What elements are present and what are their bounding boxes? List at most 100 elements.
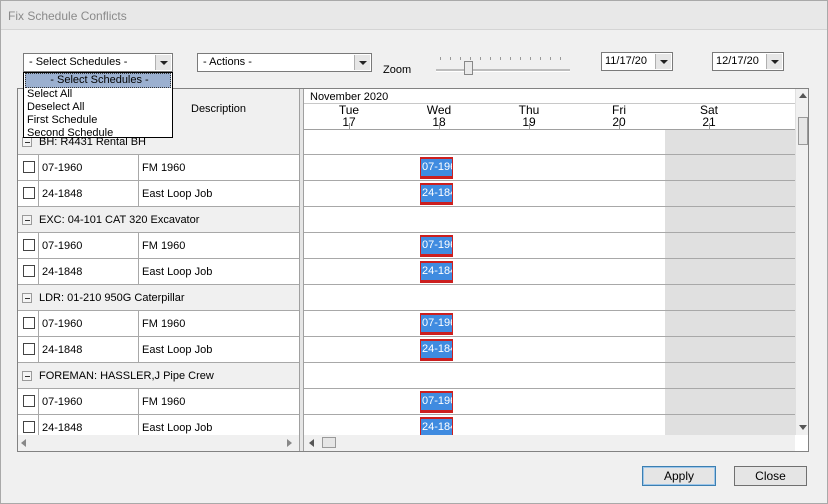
dropdown-option-first-schedule[interactable]: First Schedule bbox=[24, 114, 172, 127]
resource-list-pane: Description BH: R4431 Rental BH 07-1960 FM… bbox=[18, 89, 299, 451]
table-row[interactable]: 07-1960 FM 1960 bbox=[18, 155, 299, 181]
schedule-bar-label: 24-1848 bbox=[421, 263, 452, 280]
timeline-group-row bbox=[304, 363, 795, 389]
row-checkbox[interactable] bbox=[23, 317, 35, 329]
schedule-bar-label: 07-1960 bbox=[421, 159, 452, 176]
close-button[interactable]: Close bbox=[734, 466, 807, 486]
dropdown-option-second-schedule[interactable]: Second Schedule bbox=[24, 127, 172, 140]
select-schedules-combo[interactable]: - Select Schedules - bbox=[23, 53, 173, 72]
row-checkbox[interactable] bbox=[23, 395, 35, 407]
scroll-right-icon[interactable] bbox=[287, 439, 293, 447]
actions-combo[interactable]: - Actions - bbox=[197, 53, 372, 72]
select-schedules-dropdown-button[interactable] bbox=[155, 55, 171, 70]
schedule-bar[interactable]: 07-1960 bbox=[420, 391, 453, 413]
title-bar: Fix Schedule Conflicts bbox=[1, 1, 827, 30]
schedule-bar[interactable]: 24-1848 bbox=[420, 183, 453, 205]
table-row[interactable]: 24-1848 East Loop Job bbox=[18, 337, 299, 363]
zoom-slider-thumb[interactable] bbox=[464, 61, 473, 75]
resource-group-name: LDR: 01-210 950G Caterpillar bbox=[39, 292, 185, 304]
zoom-slider[interactable] bbox=[436, 53, 570, 77]
timeline-horizontal-scroll-thumb[interactable] bbox=[322, 437, 336, 448]
schedule-bar[interactable]: 07-1960 bbox=[420, 235, 453, 257]
day-header: S bbox=[754, 104, 796, 129]
schedule-bar[interactable]: 24-1848 bbox=[420, 261, 453, 283]
job-code: 24-1848 bbox=[42, 188, 83, 200]
select-schedules-value: - Select Schedules - bbox=[29, 56, 128, 68]
job-code: 07-1960 bbox=[42, 396, 83, 408]
timeline-group-row bbox=[304, 285, 795, 311]
job-code: 24-1848 bbox=[42, 344, 83, 356]
dropdown-option-deselect-all[interactable]: Deselect All bbox=[24, 101, 172, 114]
schedule-bar-label: 07-1960 bbox=[421, 315, 452, 332]
scroll-left-icon[interactable] bbox=[21, 439, 27, 447]
fix-schedule-conflicts-window: Fix Schedule Conflicts - Select Schedule… bbox=[0, 0, 828, 504]
timeline-group-row bbox=[304, 129, 795, 155]
job-description: East Loop Job bbox=[142, 266, 213, 278]
schedule-bar[interactable]: 07-1960 bbox=[420, 157, 453, 179]
end-date-picker[interactable]: 12/17/20 bbox=[712, 52, 784, 71]
table-row[interactable]: 07-1960 FM 1960 bbox=[18, 389, 299, 415]
job-description: FM 1960 bbox=[142, 318, 186, 330]
row-checkbox[interactable] bbox=[23, 265, 35, 277]
timeline-month: November 2020 bbox=[310, 91, 389, 103]
job-code: 07-1960 bbox=[42, 240, 83, 252]
schedule-grid: Description BH: R4431 Rental BH 07-1960 FM… bbox=[17, 88, 809, 452]
row-checkbox[interactable] bbox=[23, 161, 35, 173]
timeline-header: November 2020 Tue17Wed18Thu19Fri20Sat21S bbox=[304, 89, 795, 130]
resource-group-row[interactable]: LDR: 01-210 950G Caterpillar bbox=[18, 285, 299, 311]
actions-dropdown-button[interactable] bbox=[354, 55, 370, 70]
schedule-bar-label: 24-1848 bbox=[421, 341, 452, 358]
chevron-down-icon bbox=[160, 61, 168, 65]
end-date-dropdown-button[interactable] bbox=[766, 54, 782, 69]
resource-group-name: FOREMAN: HASSLER,J Pipe Crew bbox=[39, 370, 214, 382]
collapse-icon[interactable] bbox=[22, 215, 32, 225]
schedule-bar[interactable]: 24-1848 bbox=[420, 417, 453, 435]
resource-group-row[interactable]: FOREMAN: HASSLER,J Pipe Crew bbox=[18, 363, 299, 389]
chevron-down-icon bbox=[660, 60, 668, 64]
description-column-header[interactable]: Description bbox=[191, 103, 246, 115]
schedule-bar-label: 24-1848 bbox=[421, 185, 452, 202]
row-checkbox[interactable] bbox=[23, 343, 35, 355]
zoom-slider-track[interactable] bbox=[436, 69, 570, 72]
job-description: East Loop Job bbox=[142, 188, 213, 200]
chevron-down-icon bbox=[771, 60, 779, 64]
apply-button[interactable]: Apply bbox=[642, 466, 716, 486]
scroll-left-icon[interactable] bbox=[309, 439, 315, 447]
chevron-down-icon bbox=[359, 61, 367, 65]
actions-value: - Actions - bbox=[203, 56, 252, 68]
scroll-up-icon[interactable] bbox=[799, 93, 807, 99]
row-checkbox[interactable] bbox=[23, 421, 35, 433]
row-checkbox[interactable] bbox=[23, 187, 35, 199]
table-row[interactable]: 07-1960 FM 1960 bbox=[18, 233, 299, 259]
start-date-picker[interactable]: 11/17/20 bbox=[601, 52, 673, 71]
table-row[interactable]: 24-1848 East Loop Job bbox=[18, 181, 299, 207]
schedule-bar[interactable]: 07-1960 bbox=[420, 313, 453, 335]
collapse-icon[interactable] bbox=[22, 371, 32, 381]
row-checkbox[interactable] bbox=[23, 239, 35, 251]
scroll-down-icon[interactable] bbox=[799, 425, 807, 431]
vertical-scrollbar[interactable] bbox=[795, 89, 808, 435]
timeline-group-row bbox=[304, 207, 795, 233]
job-code: 07-1960 bbox=[42, 162, 83, 174]
table-row[interactable]: 07-1960 FM 1960 bbox=[18, 311, 299, 337]
schedule-bar[interactable]: 24-1848 bbox=[420, 339, 453, 361]
collapse-icon[interactable] bbox=[22, 293, 32, 303]
timeline-row bbox=[304, 337, 795, 363]
timeline-row bbox=[304, 181, 795, 207]
dropdown-option-select-all[interactable]: Select All bbox=[24, 88, 172, 101]
start-date-dropdown-button[interactable] bbox=[655, 54, 671, 69]
job-code: 07-1960 bbox=[42, 318, 83, 330]
schedule-bar-label: 24-1848 bbox=[421, 419, 452, 435]
table-row[interactable]: 24-1848 East Loop Job bbox=[18, 259, 299, 285]
timeline-horizontal-scrollbar[interactable] bbox=[304, 435, 795, 451]
job-code: 24-1848 bbox=[42, 422, 83, 434]
resource-group-name: EXC: 04-101 CAT 320 Excavator bbox=[39, 214, 200, 226]
vertical-scroll-thumb[interactable] bbox=[798, 117, 808, 145]
dropdown-option-select-schedules[interactable]: - Select Schedules - bbox=[25, 73, 171, 88]
resource-group-row[interactable]: EXC: 04-101 CAT 320 Excavator bbox=[18, 207, 299, 233]
timeline-row bbox=[304, 389, 795, 415]
window-title: Fix Schedule Conflicts bbox=[8, 9, 127, 23]
timeline-row bbox=[304, 259, 795, 285]
day-of-week: S bbox=[754, 104, 796, 116]
left-horizontal-scrollbar[interactable] bbox=[18, 435, 299, 451]
